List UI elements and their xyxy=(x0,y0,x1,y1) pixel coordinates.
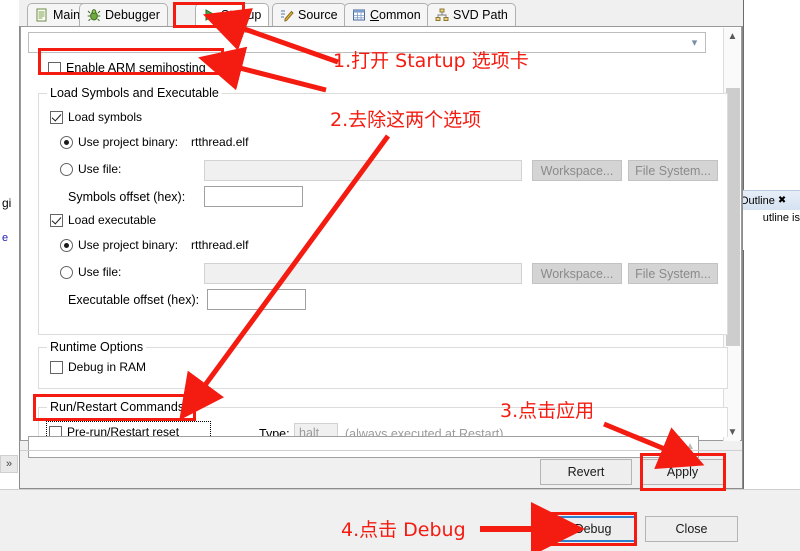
green-play-icon xyxy=(205,9,217,21)
tab-debugger-label: Debugger xyxy=(105,8,160,22)
tab-common-label-rest: ommon xyxy=(379,8,421,22)
run-restart-commands-textarea[interactable]: ▲ xyxy=(28,436,699,458)
table-icon xyxy=(353,9,365,21)
annotation-step-3: 3.点击应用 xyxy=(500,400,595,422)
load-symbols-row[interactable]: Load symbols xyxy=(50,110,142,124)
symbols-filesystem-button[interactable]: File System... xyxy=(628,160,718,181)
exec-use-file-input[interactable] xyxy=(204,263,522,284)
tab-main-label: Main xyxy=(53,8,81,22)
hierarchy-icon xyxy=(435,8,449,21)
pencil-edit-icon xyxy=(281,10,294,22)
button-row-divider xyxy=(20,450,742,451)
revert-button-label: Revert xyxy=(567,465,605,479)
ide-right-edge-divider xyxy=(743,0,744,551)
symbols-use-file-label: Use file: xyxy=(78,162,122,176)
symbols-use-project-binary-label: Use project binary: xyxy=(78,135,179,149)
load-group-title: Load Symbols and Executable xyxy=(47,86,222,100)
ide-left-fragment-text: gi xyxy=(2,196,12,210)
debug-button-label: Debug xyxy=(574,522,612,536)
symbols-use-project-binary-row[interactable]: Use project binary: rtthread.elf xyxy=(60,135,248,149)
startup-tab-content: ▾ ▲ ▼ Enable ARM semihosting Load Symbol… xyxy=(20,26,742,443)
executable-offset-input[interactable] xyxy=(207,289,306,310)
symbols-use-file-row[interactable]: Use file: xyxy=(60,162,121,176)
outline-tab-label: Outline xyxy=(740,194,775,207)
symbols-workspace-button[interactable]: Workspace... xyxy=(532,160,622,181)
enable-arm-semihosting-label: Enable ARM semihosting xyxy=(66,61,206,75)
ide-left-fragment-text-2: e xyxy=(2,232,9,244)
exec-use-project-binary-label: Use project binary: xyxy=(78,238,179,252)
tab-startup[interactable]: Startup xyxy=(195,3,270,26)
bug-icon xyxy=(87,9,101,22)
executable-offset-label: Executable offset (hex): xyxy=(68,293,200,307)
annotation-step-2: 2.去除这两个选项 xyxy=(330,109,482,131)
bottom-divider xyxy=(0,489,800,490)
tab-source[interactable]: Source xyxy=(272,3,346,26)
load-executable-checkbox[interactable] xyxy=(50,213,63,227)
enable-arm-semihosting-checkbox[interactable] xyxy=(48,61,61,75)
load-executable-label: Load executable xyxy=(68,213,157,227)
chevron-down-icon[interactable]: ▾ xyxy=(688,37,701,50)
dialog-tabstrip: Main Debugger Startup Source Common SVD … xyxy=(19,0,743,26)
annotation-step-1: 1.打开 Startup 选项卡 xyxy=(333,50,529,72)
scroll-up-icon[interactable]: ▲ xyxy=(724,28,741,45)
runtime-options-group: Runtime Options Debug in RAM xyxy=(38,340,728,389)
document-icon xyxy=(36,8,47,22)
outline-view-tab[interactable]: Outline ✖ xyxy=(738,190,800,210)
enable-arm-semihosting-row[interactable]: Enable ARM semihosting xyxy=(48,61,206,75)
tab-source-label: Source xyxy=(298,8,338,22)
apply-button-label: Apply xyxy=(666,465,699,479)
exec-use-file-row[interactable]: Use file: xyxy=(60,265,121,279)
tab-debugger[interactable]: Debugger xyxy=(79,3,168,26)
annotation-step-4: 4.点击 Debug xyxy=(341,519,466,541)
close-button-label: Close xyxy=(675,522,708,536)
symbols-offset-input[interactable] xyxy=(204,186,303,207)
tab-svd-path-label: SVD Path xyxy=(453,8,508,22)
symbols-use-project-binary-radio[interactable] xyxy=(60,135,73,149)
load-executable-row[interactable]: Load executable xyxy=(50,213,156,227)
screenshot-root: gi e » Outline ✖ utline is Main Debugger… xyxy=(0,0,800,551)
tab-startup-label: Startup xyxy=(221,8,262,22)
symbols-use-file-input[interactable] xyxy=(204,160,522,181)
symbols-offset-label: Symbols offset (hex): xyxy=(68,190,186,204)
exec-filesystem-button[interactable]: File System... xyxy=(628,263,718,284)
outline-view-message: utline is xyxy=(762,212,800,224)
debug-in-ram-row[interactable]: Debug in RAM xyxy=(50,360,146,374)
tab-common-label: Common xyxy=(370,8,421,22)
tab-common[interactable]: Common xyxy=(344,3,429,26)
tab-svd-path[interactable]: SVD Path xyxy=(427,3,516,26)
symbols-use-file-radio[interactable] xyxy=(60,162,73,176)
exec-use-project-binary-row[interactable]: Use project binary: rtthread.elf xyxy=(60,238,248,252)
exec-use-file-radio[interactable] xyxy=(60,265,73,279)
revert-button[interactable]: Revert xyxy=(540,459,632,485)
debug-in-ram-label: Debug in RAM xyxy=(68,360,147,374)
load-symbols-checkbox[interactable] xyxy=(50,110,63,124)
run-restart-commands-title: Run/Restart Commands xyxy=(47,400,188,414)
close-button[interactable]: Close xyxy=(645,516,738,542)
outline-view: Outline ✖ utline is xyxy=(738,190,800,250)
exec-project-binary-value: rtthread.elf xyxy=(191,238,249,252)
scrollbar-thumb[interactable] xyxy=(726,88,740,346)
load-symbols-label: Load symbols xyxy=(68,110,143,124)
exec-use-project-binary-radio[interactable] xyxy=(60,238,73,252)
debug-button[interactable]: Debug xyxy=(549,516,637,542)
apply-button[interactable]: Apply xyxy=(640,459,725,485)
exec-use-file-label: Use file: xyxy=(78,265,122,279)
symbols-project-binary-value: rtthread.elf xyxy=(191,135,249,149)
runtime-options-title: Runtime Options xyxy=(47,340,147,354)
double-chevron-right-icon[interactable]: » xyxy=(0,455,18,473)
close-x-icon[interactable]: ✖ xyxy=(778,195,786,206)
exec-workspace-button[interactable]: Workspace... xyxy=(532,263,622,284)
debug-in-ram-checkbox[interactable] xyxy=(50,360,63,374)
